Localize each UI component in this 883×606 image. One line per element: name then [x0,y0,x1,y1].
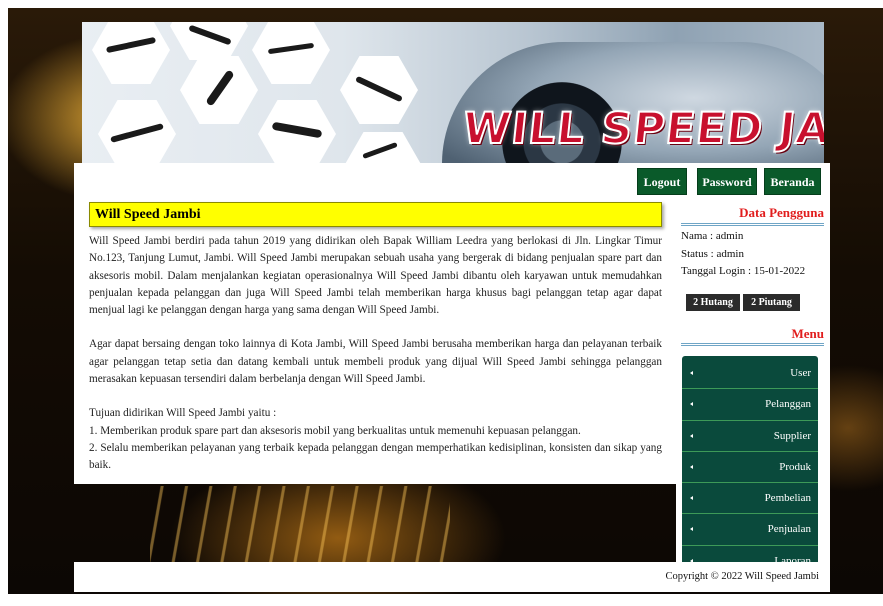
goal-item: 1. Memberikan produk spare part dan akse… [89,424,581,437]
menu-item-penjualan[interactable]: Penjualan [682,514,818,546]
menu-item-label: Penjualan [767,523,811,536]
password-button[interactable]: Password [697,168,757,195]
hutang-badge[interactable]: 2 Hutang [686,294,740,311]
goals-intro: Tujuan didirikan Will Speed Jambi yaitu … [89,407,277,420]
menu-item-produk[interactable]: Produk [682,452,818,484]
menu-heading: Menu [791,326,825,341]
banner-logo: WILL SPEED JAMBI [459,103,824,155]
banner-part-tile [170,22,248,60]
caret-left-icon [690,496,693,501]
menu-item-label: Supplier [773,429,811,442]
competition-paragraph: Agar dapat bersaing dengan toko lainnya … [89,338,662,386]
banner-part-tile [258,100,336,163]
login-date: Tanggal Login : 15-01-2022 [681,265,806,277]
banner-part-tile [344,132,422,163]
caret-left-icon [690,371,693,375]
content-title: Will Speed Jambi [89,202,662,227]
menu-item-label: Pelanggan [765,398,811,411]
menu-item-label: Pembelian [764,492,811,505]
copyright-text: Copyright © 2022 Will Speed Jambi [665,571,819,582]
banner-part-tile [252,22,330,84]
piutang-badge[interactable]: 2 Piutang [743,294,800,311]
caret-left-icon [690,527,693,532]
banner-part-tile [340,56,418,124]
beranda-button[interactable]: Beranda [764,168,821,195]
banner-part-tile [98,100,176,163]
content-body: Will Speed Jambi berdiri pada tahun 2019… [89,233,662,475]
footer: Copyright © 2022 Will Speed Jambi [74,562,830,592]
menu-item-pembelian[interactable]: Pembelian [682,483,818,515]
heading-divider [681,343,824,346]
menu-item-label: Produk [779,460,811,473]
menu-item-pelanggan[interactable]: Pelanggan [682,389,818,421]
menu-item-label: User [790,367,811,379]
side-menu: User Pelanggan Supplier Produk Pembelian… [682,356,818,580]
site-container: WILL SPEED JAMBI Logout Password Beranda… [74,18,830,592]
caret-left-icon [690,464,693,469]
menu-item-user[interactable]: User [682,358,818,390]
page-bottom-edge [0,594,883,606]
about-paragraph: Will Speed Jambi berdiri pada tahun 2019… [89,235,662,317]
user-name: Nama : admin [681,230,744,242]
menu-item-supplier[interactable]: Supplier [682,421,818,452]
heading-divider [681,223,824,226]
caret-left-icon [690,433,693,438]
user-status: Status : admin [681,248,744,260]
banner-part-tile [92,22,170,84]
banner-part-tile [180,56,258,124]
goal-item: 2. Selalu memberikan pelayanan yang terb… [89,441,662,472]
header-banner: WILL SPEED JAMBI [82,22,824,163]
user-data-heading: Data Pengguna [739,205,824,220]
sidebar: Data Pengguna Nama : admin Status : admi… [676,195,830,587]
main-content: Will Speed Jambi Will Speed Jambi berdir… [74,195,676,484]
logout-button[interactable]: Logout [637,168,687,195]
caret-left-icon [690,402,693,407]
